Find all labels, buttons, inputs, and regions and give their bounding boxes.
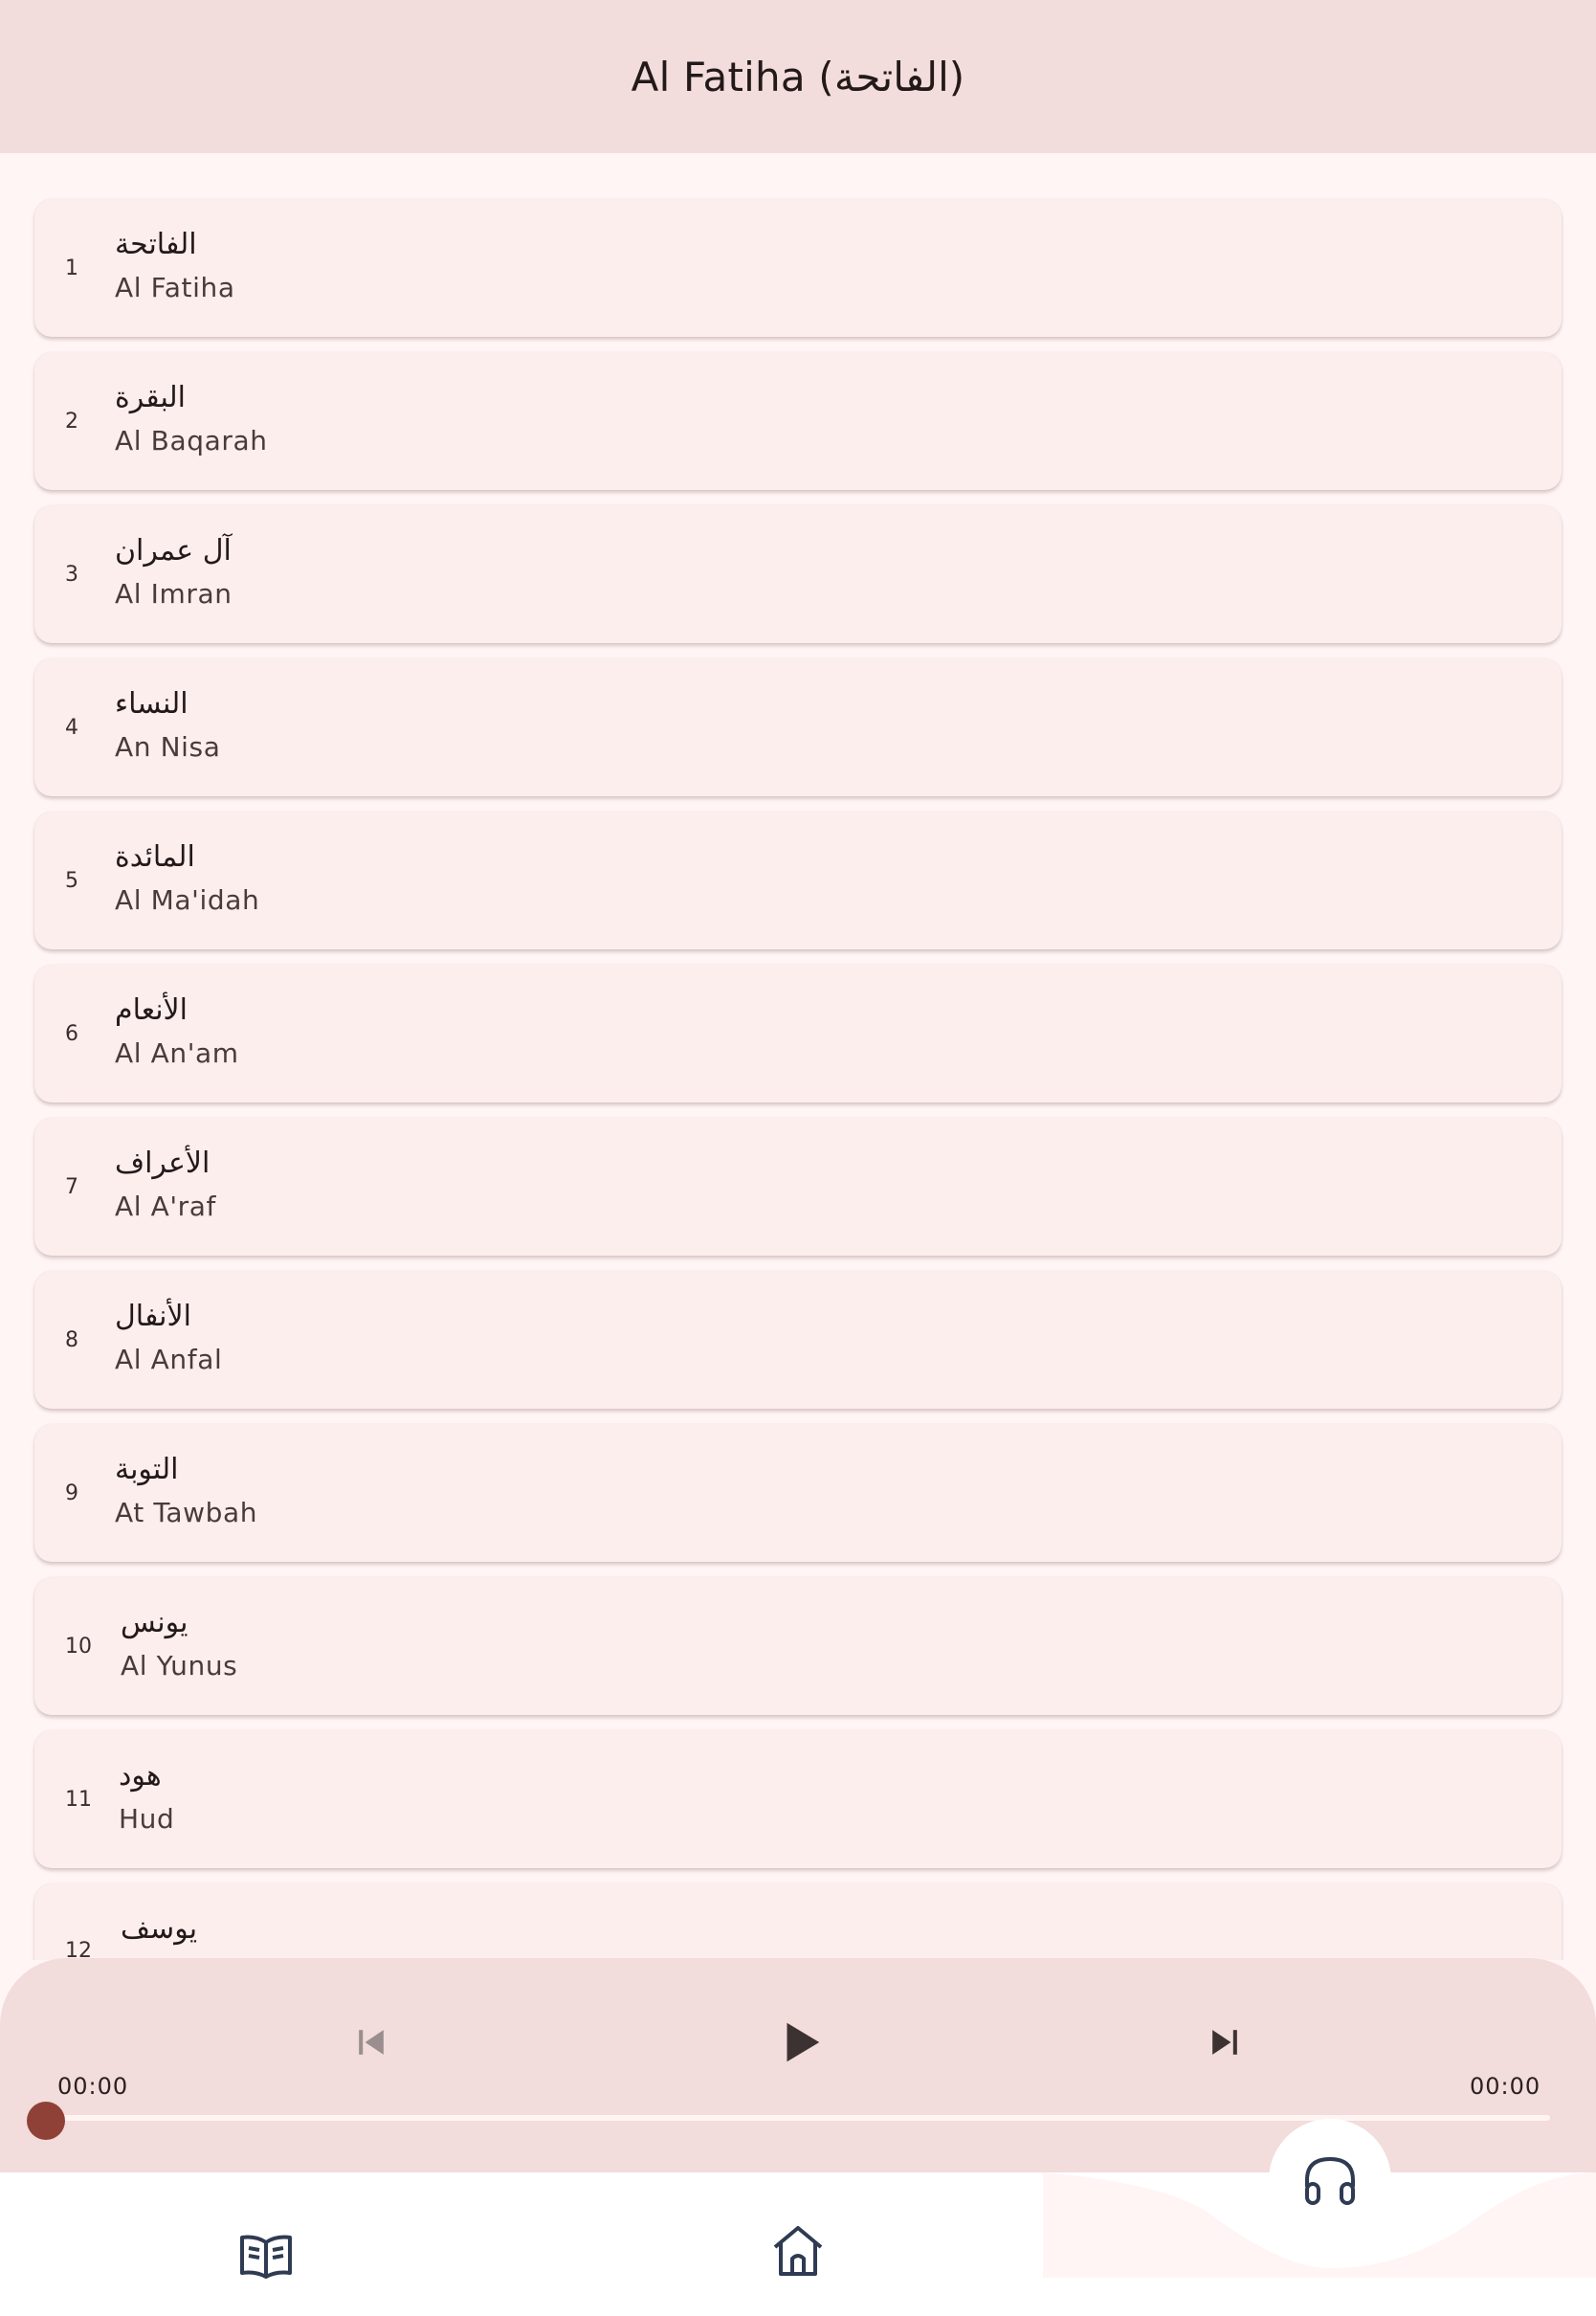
app-root: Al Fatiha (الفاتحة) 1 الفاتحة Al Fatiha … bbox=[0, 0, 1596, 2316]
surah-number: 2 bbox=[65, 409, 78, 434]
surah-number: 10 bbox=[65, 1634, 92, 1659]
surah-arabic-name: الأعراف bbox=[115, 1147, 211, 1180]
play-icon[interactable] bbox=[773, 2015, 827, 2069]
surah-number: 7 bbox=[65, 1174, 78, 1199]
surah-latin-name: Al A'raf bbox=[115, 1191, 217, 1222]
surah-number: 6 bbox=[65, 1021, 78, 1046]
surah-number: 9 bbox=[65, 1481, 78, 1505]
surah-number: 3 bbox=[65, 562, 78, 587]
surah-latin-name: Al Ma'idah bbox=[115, 884, 260, 916]
surah-list[interactable]: 1 الفاتحة Al Fatiha 2 البقرة Al Baqarah … bbox=[0, 153, 1596, 1960]
surah-card-7[interactable]: 7 الأعراف Al A'raf bbox=[34, 1118, 1562, 1256]
surah-arabic-name: يوسف bbox=[121, 1912, 198, 1946]
surah-number: 8 bbox=[65, 1327, 78, 1352]
surah-latin-name: Al Yunus bbox=[121, 1650, 238, 1681]
surah-latin-name: Al An'am bbox=[115, 1037, 239, 1069]
surah-card-1[interactable]: 1 الفاتحة Al Fatiha bbox=[34, 199, 1562, 337]
nav-headphones-icon[interactable] bbox=[1269, 2119, 1391, 2241]
surah-arabic-name: الفاتحة bbox=[115, 228, 197, 261]
surah-latin-name: Al Anfal bbox=[115, 1344, 223, 1375]
surah-arabic-name: يونس bbox=[121, 1606, 188, 1639]
surah-number: 11 bbox=[65, 1787, 92, 1812]
skip-previous-icon[interactable] bbox=[344, 2015, 398, 2069]
nav-book-icon[interactable] bbox=[228, 2218, 304, 2295]
surah-latin-name: Al Baqarah bbox=[115, 425, 268, 457]
surah-number: 4 bbox=[65, 715, 78, 740]
current-time: 00:00 bbox=[57, 2073, 129, 2100]
surah-card-8[interactable]: 8 الأنفال Al Anfal bbox=[34, 1271, 1562, 1409]
surah-card-11[interactable]: 11 هود Hud bbox=[34, 1730, 1562, 1868]
surah-latin-name: At Tawbah bbox=[115, 1497, 258, 1528]
surah-number: 12 bbox=[65, 1939, 92, 1960]
surah-number: 1 bbox=[65, 256, 78, 280]
surah-arabic-name: الأنفال bbox=[115, 1300, 191, 1333]
surah-arabic-name: هود bbox=[119, 1759, 162, 1793]
surah-card-10[interactable]: 10 يونس Al Yunus bbox=[34, 1577, 1562, 1715]
surah-number: 5 bbox=[65, 868, 78, 893]
surah-arabic-name: البقرة bbox=[115, 381, 186, 414]
surah-card-4[interactable]: 4 النساء An Nisa bbox=[34, 658, 1562, 796]
surah-card-3[interactable]: 3 آل عمران Al Imran bbox=[34, 505, 1562, 643]
nav-home-icon[interactable] bbox=[760, 2213, 836, 2289]
surah-latin-name: Hud bbox=[119, 1803, 175, 1835]
surah-arabic-name: الأنعام bbox=[115, 993, 188, 1027]
surah-card-12[interactable]: 12 يوسف bbox=[34, 1883, 1562, 1960]
surah-latin-name: Al Imran bbox=[115, 578, 233, 610]
surah-card-6[interactable]: 6 الأنعام Al An'am bbox=[34, 965, 1562, 1102]
surah-card-5[interactable]: 5 المائدة Al Ma'idah bbox=[34, 812, 1562, 949]
surah-arabic-name: النساء bbox=[115, 687, 188, 721]
surah-latin-name: An Nisa bbox=[115, 731, 221, 763]
surah-arabic-name: المائدة bbox=[115, 840, 195, 874]
surah-card-2[interactable]: 2 البقرة Al Baqarah bbox=[34, 352, 1562, 490]
skip-next-icon[interactable] bbox=[1198, 2015, 1252, 2069]
surah-arabic-name: التوبة bbox=[115, 1453, 179, 1486]
surah-arabic-name: آل عمران bbox=[115, 534, 232, 568]
page-title: Al Fatiha (الفاتحة) bbox=[631, 53, 965, 100]
progress-thumb[interactable] bbox=[27, 2102, 65, 2140]
top-app-bar: Al Fatiha (الفاتحة) bbox=[0, 0, 1596, 153]
surah-latin-name: Al Fatiha bbox=[115, 272, 235, 303]
total-time: 00:00 bbox=[1470, 2073, 1541, 2100]
surah-card-9[interactable]: 9 التوبة At Tawbah bbox=[34, 1424, 1562, 1562]
